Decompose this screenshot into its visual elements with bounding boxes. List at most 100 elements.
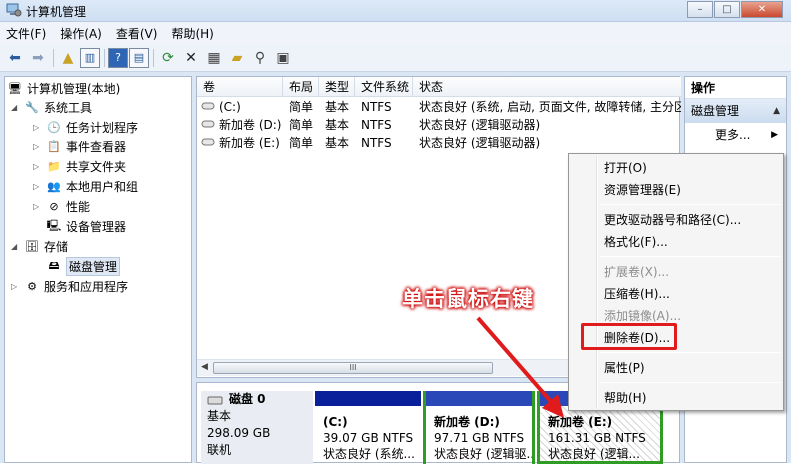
- toolbar-separator: [153, 48, 154, 67]
- expand-triangle-icon[interactable]: ▷: [33, 142, 43, 151]
- volume-row-c[interactable]: (C:) 简单 基本 NTFS 状态良好 (系统, 启动, 页面文件, 故障转储…: [197, 98, 681, 116]
- actions-section-disk-management[interactable]: 磁盘管理 ▲: [685, 99, 786, 123]
- up-folder-icon[interactable]: ▲: [57, 47, 79, 69]
- ctx-open[interactable]: 打开(O): [604, 158, 647, 178]
- ctx-extend-volume[interactable]: 扩展卷(X)...: [604, 262, 669, 282]
- refresh-icon[interactable]: ⟳: [157, 47, 179, 69]
- ctx-separator: [599, 382, 781, 383]
- users-icon: 👥: [47, 180, 61, 193]
- disk-type: 基本: [207, 409, 232, 423]
- ctx-properties[interactable]: 属性(P): [604, 358, 645, 378]
- computer-management-icon: [6, 3, 22, 17]
- close-button[interactable]: ✕: [741, 1, 783, 18]
- ctx-separator: [599, 256, 781, 257]
- column-type[interactable]: 类型: [319, 77, 355, 97]
- drive-icon: [201, 117, 215, 135]
- toolbar-separator: [104, 48, 105, 67]
- actions-header: 操作: [685, 77, 786, 99]
- show-hide-action-pane-icon[interactable]: ▤: [129, 47, 149, 68]
- event-viewer-icon: 📋: [47, 140, 61, 153]
- ctx-explore[interactable]: 资源管理器(E): [604, 180, 681, 200]
- disk-icon: [207, 396, 223, 404]
- tools-icon: 🔧: [25, 101, 39, 114]
- disk-name: 磁盘 0: [229, 392, 266, 406]
- tree-item-services[interactable]: ▷ ⚙ 服务和应用程序: [11, 277, 128, 296]
- maximize-button[interactable]: □: [714, 1, 740, 18]
- submenu-arrow-icon: ▶: [771, 130, 778, 140]
- toolbar: ⬅ ➡ ▲ ▥ ? ▤ ⟳ ✕ ▦ ▰ ⚲ ▣: [0, 44, 791, 72]
- performance-icon: ⊘: [49, 200, 59, 213]
- expand-triangle-icon[interactable]: ▷: [33, 202, 43, 211]
- shared-folder-icon: 📁: [47, 160, 61, 173]
- volume-row-d[interactable]: 新加卷 (D:) 简单 基本 NTFS 状态良好 (逻辑驱动器): [197, 116, 681, 134]
- volume-row-e[interactable]: 新加卷 (E:) 简单 基本 NTFS 状态良好 (逻辑驱动器): [197, 134, 681, 152]
- expand-triangle-icon[interactable]: ▷: [33, 162, 43, 171]
- partition-size: 97.71 GB NTFS: [434, 431, 525, 445]
- open-folder-icon[interactable]: ▰: [226, 47, 248, 69]
- help-icon[interactable]: ?: [108, 47, 128, 68]
- forward-arrow-icon[interactable]: ➡: [27, 47, 49, 69]
- partition-size: 161.31 GB NTFS: [548, 431, 646, 445]
- clock-icon: 🕒: [47, 121, 61, 134]
- console-tree: 🖥 计算机管理(本地) ◢ 🔧 系统工具 ▷ 🕒 任务计划程序 ▷ 📋 事件查看…: [4, 76, 192, 463]
- disk-management-icon: 🖴: [48, 259, 60, 272]
- delete-volume-highlight: [581, 323, 677, 350]
- computer-icon: 🖥: [8, 82, 22, 95]
- tree-item-system-tools[interactable]: ◢ 🔧 系统工具: [11, 98, 92, 117]
- expand-triangle-icon[interactable]: ▷: [33, 182, 43, 191]
- menu-action[interactable]: 操作(A): [60, 25, 102, 42]
- window-title: 计算机管理: [26, 5, 87, 19]
- tree-item-root[interactable]: 🖥 计算机管理(本地): [7, 79, 120, 98]
- tree-item-local-users[interactable]: ▷ 👥 本地用户和组: [33, 177, 138, 196]
- expand-triangle-icon[interactable]: ▷: [11, 282, 21, 291]
- partition-d[interactable]: 新加卷 (D:) 97.71 GB NTFS 状态良好 (逻辑驱...: [423, 391, 535, 464]
- partition-label: 新加卷 (E:): [548, 415, 613, 429]
- tree-item-event-viewer[interactable]: ▷ 📋 事件查看器: [33, 137, 126, 156]
- annotation-text: 单击鼠标右键: [402, 287, 534, 311]
- ctx-separator: [599, 352, 781, 353]
- collapse-triangle-icon[interactable]: ◢: [11, 242, 21, 251]
- ctx-format[interactable]: 格式化(F)...: [604, 232, 668, 252]
- title-bar: 计算机管理 – □ ✕: [0, 0, 791, 22]
- collapse-up-icon[interactable]: ▲: [773, 99, 780, 123]
- tree-item-device-manager[interactable]: 🖳 设备管理器: [46, 217, 126, 236]
- volume-list-header: 卷 布局 类型 文件系统 状态: [197, 77, 681, 97]
- back-arrow-icon[interactable]: ⬅: [4, 47, 26, 69]
- ctx-help[interactable]: 帮助(H): [604, 388, 646, 408]
- menu-help[interactable]: 帮助(H): [171, 25, 213, 42]
- scroll-left-arrow-icon[interactable]: ◀: [201, 362, 208, 372]
- disk-status: 联机: [207, 443, 232, 457]
- delete-icon[interactable]: ✕: [180, 47, 202, 69]
- column-status[interactable]: 状态: [413, 77, 681, 97]
- ctx-separator: [599, 204, 781, 205]
- disk-size: 298.09 GB: [207, 426, 271, 440]
- context-menu: 打开(O) 资源管理器(E) 更改驱动器号和路径(C)... 格式化(F)...…: [568, 153, 784, 411]
- actions-more[interactable]: 更多... ▶: [685, 123, 786, 147]
- partition-c[interactable]: (C:) 39.07 GB NTFS 状态良好 (系统...: [315, 391, 421, 464]
- expand-triangle-icon[interactable]: ▷: [33, 123, 43, 132]
- tree-item-storage[interactable]: ◢ 🗄 存储: [11, 237, 68, 256]
- ctx-shrink-volume[interactable]: 压缩卷(H)...: [604, 284, 670, 304]
- partition-size: 39.07 GB NTFS: [323, 431, 414, 445]
- tree-item-task-scheduler[interactable]: ▷ 🕒 任务计划程序: [33, 118, 138, 137]
- partition-label: (C:): [323, 415, 348, 429]
- device-manager-icon: 🖳: [46, 219, 62, 232]
- minimize-button[interactable]: –: [687, 1, 713, 18]
- menu-file[interactable]: 文件(F): [6, 25, 46, 42]
- menu-view[interactable]: 查看(V): [116, 25, 158, 42]
- tree-item-disk-management[interactable]: 🖴 磁盘管理: [46, 257, 121, 276]
- toolbar-separator: [53, 48, 54, 67]
- scrollbar-thumb[interactable]: III: [213, 362, 493, 374]
- ctx-change-drive-letter[interactable]: 更改驱动器号和路径(C)...: [604, 210, 741, 230]
- collapse-triangle-icon[interactable]: ◢: [11, 103, 21, 112]
- column-layout[interactable]: 布局: [283, 77, 319, 97]
- tree-item-shared-folders[interactable]: ▷ 📁 共享文件夹: [33, 157, 126, 176]
- show-hide-console-tree-icon[interactable]: ▥: [80, 47, 100, 68]
- column-filesystem[interactable]: 文件系统: [355, 77, 413, 97]
- tree-item-performance[interactable]: ▷ ⊘ 性能: [33, 197, 90, 216]
- disk-0-info[interactable]: 磁盘 0 基本 298.09 GB 联机: [201, 391, 313, 464]
- search-icon[interactable]: ⚲: [249, 47, 271, 69]
- export-list-icon[interactable]: ▣: [272, 47, 294, 69]
- column-volume[interactable]: 卷: [197, 77, 283, 97]
- properties-icon[interactable]: ▦: [203, 47, 225, 69]
